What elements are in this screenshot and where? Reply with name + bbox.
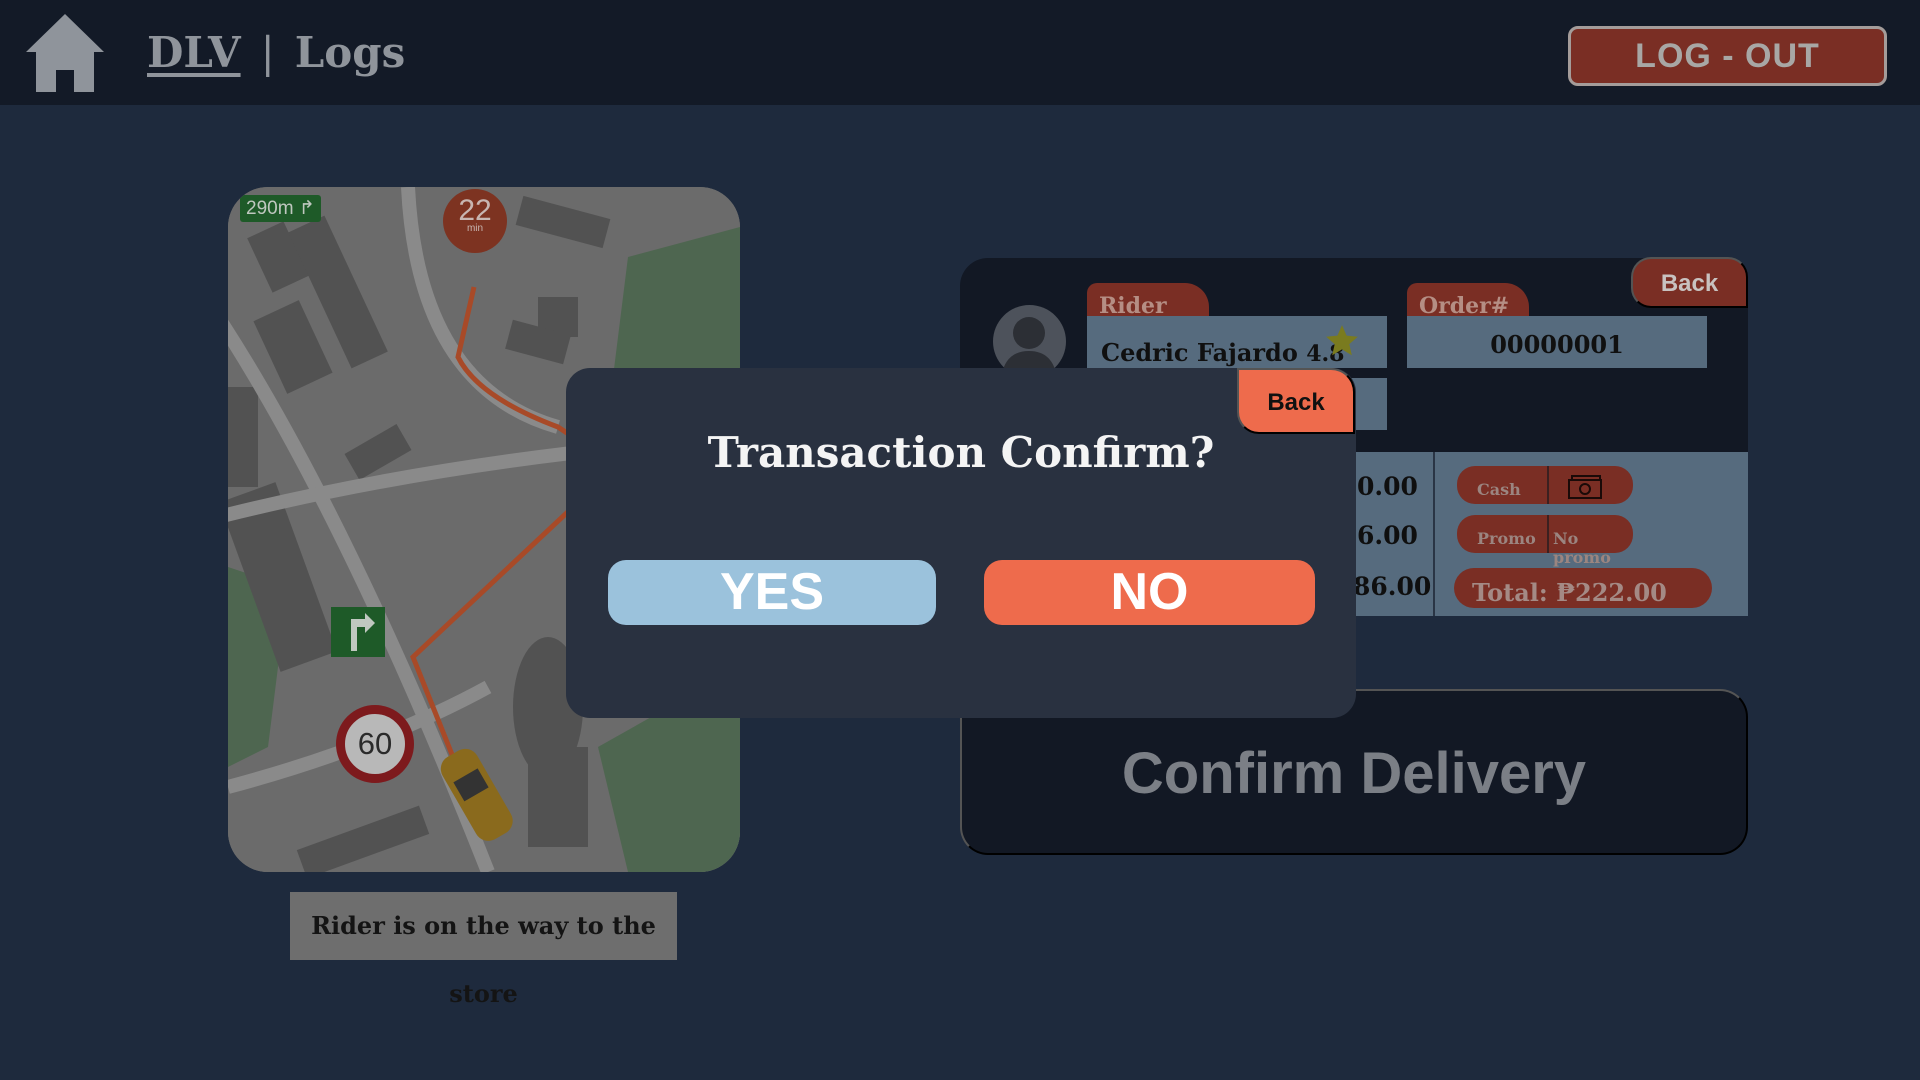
payment-divider bbox=[1433, 452, 1435, 616]
speed-limit-sign: 60 bbox=[336, 705, 414, 783]
order-number-field: 00000001 bbox=[1407, 316, 1707, 368]
transaction-confirm-dialog bbox=[566, 368, 1356, 718]
order-total: Total: ₱222.00 bbox=[1454, 568, 1712, 608]
logout-button[interactable]: LOG - OUT bbox=[1568, 26, 1887, 86]
no-button[interactable]: NO bbox=[984, 560, 1315, 625]
order-back-button[interactable]: Back bbox=[1631, 257, 1748, 308]
star-icon bbox=[1326, 325, 1358, 356]
top-bar: DLV | Logs LOG - OUT bbox=[0, 0, 1920, 105]
promo-value: No promo bbox=[1553, 529, 1611, 567]
turn-sign-icon bbox=[331, 607, 385, 657]
home-icon[interactable] bbox=[24, 12, 106, 94]
fee-amount: 6.00 bbox=[1357, 521, 1418, 550]
eta-marker: 22 min bbox=[443, 189, 507, 253]
rider-name: Cedric Fajardo bbox=[1101, 338, 1298, 367]
dialog-back-button[interactable]: Back bbox=[1237, 368, 1355, 434]
distance-badge: 290m ↱ bbox=[240, 195, 321, 222]
turn-right-icon: ↱ bbox=[298, 198, 315, 219]
rider-status-text: Rider is on the way to the store bbox=[290, 892, 677, 1008]
cash-icon bbox=[1568, 475, 1602, 499]
payment-method-label: Cash bbox=[1477, 480, 1521, 499]
page-title: Logs bbox=[294, 28, 406, 77]
subtotal-amount: 0.00 bbox=[1357, 472, 1418, 501]
delivery-amount: 86.00 bbox=[1353, 572, 1432, 601]
promo-pill[interactable]: Promo No promo bbox=[1457, 515, 1633, 567]
rider-name-field: Cedric Fajardo 4.8 bbox=[1087, 316, 1387, 368]
dialog-title: Transaction Confirm? bbox=[707, 428, 1215, 477]
yes-button[interactable]: YES bbox=[608, 560, 936, 625]
breadcrumb: DLV | Logs bbox=[147, 28, 405, 77]
promo-label: Promo bbox=[1477, 529, 1536, 548]
payment-method-pill[interactable]: Cash bbox=[1457, 466, 1633, 504]
breadcrumb-separator: | bbox=[260, 28, 275, 77]
brand-link[interactable]: DLV bbox=[147, 28, 241, 77]
